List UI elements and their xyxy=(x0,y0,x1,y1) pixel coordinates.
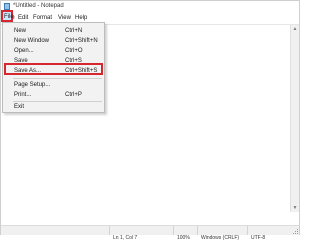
line-ending: Windows (CRLF) xyxy=(201,235,240,241)
menu-edit[interactable]: Edit xyxy=(18,14,28,22)
menu-item-label: New xyxy=(14,28,27,34)
status-encoding: UTF-8 xyxy=(247,226,291,241)
scroll-down-arrow-icon[interactable]: ▼ xyxy=(292,205,298,211)
status-bar: Ln 1, Col 7 100% Windows (CRLF) UTF-8 xyxy=(1,225,299,241)
menu-help[interactable]: Help xyxy=(75,14,87,22)
menu-format[interactable]: Format xyxy=(33,14,52,22)
menu-item-print[interactable]: Print... Ctrl+P xyxy=(3,90,104,100)
menu-item-new[interactable]: New Ctrl+N xyxy=(3,26,104,36)
title-bar: *Untitled - Notepad xyxy=(1,1,299,12)
menu-item-open[interactable]: Open... Ctrl+O xyxy=(3,46,104,56)
status-position: Ln 1, Col 7 xyxy=(109,226,169,241)
menu-item-label: Page Setup... xyxy=(14,82,51,88)
notepad-icon xyxy=(4,3,10,10)
menu-item-shortcut: Ctrl+Shift+N xyxy=(65,38,98,44)
menu-separator xyxy=(13,78,102,79)
menu-item-label: Print... xyxy=(14,92,32,98)
zoom-level: 100% xyxy=(177,235,190,241)
menu-view[interactable]: View xyxy=(58,14,71,22)
menu-item-label: Exit xyxy=(14,104,25,110)
menu-item-shortcut: Ctrl+O xyxy=(65,48,83,54)
menu-item-exit[interactable]: Exit xyxy=(3,102,104,112)
status-zoom: 100% xyxy=(173,226,197,241)
status-line-ending: Windows (CRLF) xyxy=(197,226,247,241)
menu-item-label: Open... xyxy=(14,48,34,54)
menu-file-active-label[interactable]: File xyxy=(4,13,14,21)
cursor-position: Ln 1, Col 7 xyxy=(113,235,138,241)
menu-item-shortcut: Ctrl+N xyxy=(65,28,83,34)
menu-item-page-setup[interactable]: Page Setup... xyxy=(3,80,104,90)
resize-grip-icon[interactable] xyxy=(293,229,298,234)
scroll-up-arrow-icon[interactable]: ▲ xyxy=(292,26,298,32)
save-as-highlight xyxy=(4,63,103,75)
menu-item-label: New Window xyxy=(14,38,50,44)
window-title: *Untitled - Notepad xyxy=(13,3,64,9)
menu-item-new-window[interactable]: New Window Ctrl+Shift+N xyxy=(3,36,104,46)
encoding: UTF-8 xyxy=(251,235,266,241)
vertical-scrollbar[interactable]: ▲ ▼ xyxy=(290,25,299,212)
menu-item-shortcut: Ctrl+P xyxy=(65,92,82,98)
